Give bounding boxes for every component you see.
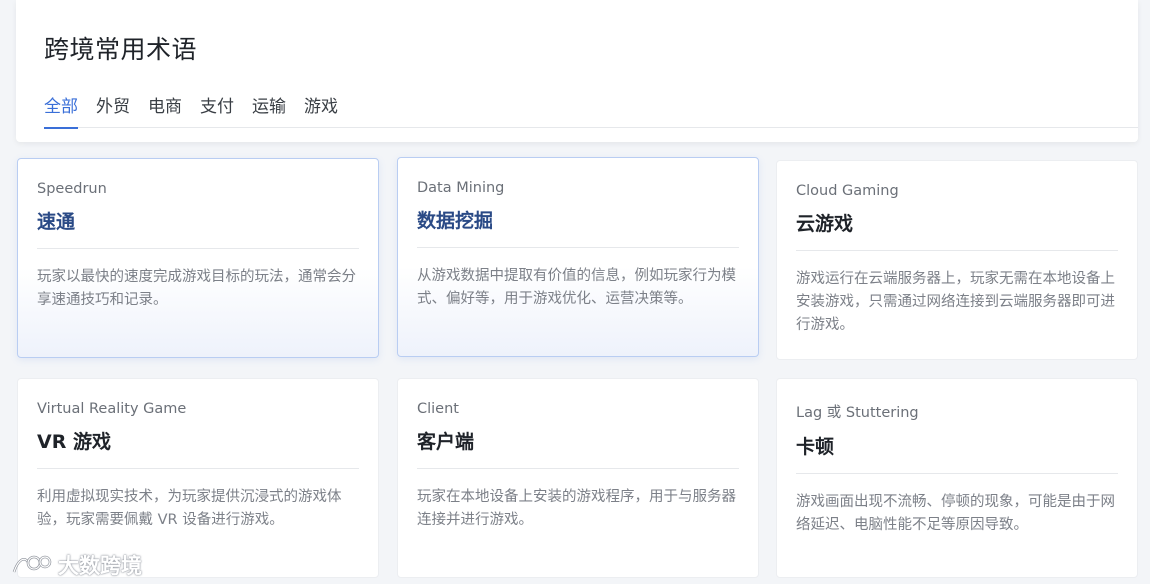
term-description: 利用虚拟现实技术，为玩家提供沉浸式的游戏体验，玩家需要佩戴 VR 设备进行游戏。 <box>37 489 342 528</box>
brand-logo-icon <box>12 555 52 573</box>
watermark: 大数跨境 <box>10 550 142 580</box>
term-english: Data Mining <box>417 180 505 196</box>
tab-gaming[interactable]: 游戏 <box>304 88 338 128</box>
tab-shipping[interactable]: 运输 <box>252 88 286 128</box>
tab-payment[interactable]: 支付 <box>200 88 234 128</box>
tab-foreign-trade[interactable]: 外贸 <box>96 88 130 128</box>
term-card-speedrun[interactable]: Speedrun 速通 玩家以最快的速度完成游戏目标的玩法，通常会分享速通技巧和… <box>17 158 379 358</box>
term-chinese: VR 游戏 <box>37 427 359 469</box>
watermark-text: 大数跨境 <box>58 554 142 578</box>
term-english: Speedrun <box>37 181 107 197</box>
term-card-cloud-gaming[interactable]: Cloud Gaming 云游戏 游戏运行在云端服务器上，玩家无需在本地设备上安… <box>776 160 1138 360</box>
page-title: 跨境常用术语 <box>44 35 198 64</box>
term-chinese: 客户端 <box>417 427 739 469</box>
term-description: 玩家在本地设备上安装的游戏程序，用于与服务器连接并进行游戏。 <box>417 489 736 528</box>
term-chinese: 云游戏 <box>796 209 1118 251</box>
tab-all[interactable]: 全部 <box>44 88 78 129</box>
term-card-vr-game[interactable]: Virtual Reality Game VR 游戏 利用虚拟现实技术，为玩家提… <box>17 378 379 578</box>
term-chinese: 速通 <box>37 207 359 249</box>
term-description: 游戏画面出现不流畅、停顿的现象，可能是由于网络延迟、电脑性能不足等原因导致。 <box>796 494 1115 533</box>
category-tabs: 全部 外贸 电商 支付 运输 游戏 <box>44 88 1138 129</box>
term-english: Lag 或 Stuttering <box>796 405 919 421</box>
term-english: Client <box>417 401 459 417</box>
term-chinese: 数据挖掘 <box>417 206 739 248</box>
term-description: 玩家以最快的速度完成游戏目标的玩法，通常会分享速通技巧和记录。 <box>37 269 356 308</box>
term-card-lag[interactable]: Lag 或 Stuttering 卡顿 游戏画面出现不流畅、停顿的现象，可能是由… <box>776 378 1138 578</box>
tab-ecommerce[interactable]: 电商 <box>148 88 182 128</box>
term-english: Cloud Gaming <box>796 183 899 199</box>
term-card-data-mining[interactable]: Data Mining 数据挖掘 从游戏数据中提取有价值的信息，例如玩家行为模式… <box>397 157 759 357</box>
term-description: 从游戏数据中提取有价值的信息，例如玩家行为模式、偏好等，用于游戏优化、运营决策等… <box>417 268 736 307</box>
term-description: 游戏运行在云端服务器上，玩家无需在本地设备上安装游戏，只需通过网络连接到云端服务… <box>796 271 1115 333</box>
term-english: Virtual Reality Game <box>37 401 187 417</box>
term-card-client[interactable]: Client 客户端 玩家在本地设备上安装的游戏程序，用于与服务器连接并进行游戏… <box>397 378 759 578</box>
header-panel: 跨境常用术语 全部 外贸 电商 支付 运输 游戏 <box>16 0 1138 142</box>
term-chinese: 卡顿 <box>796 432 1118 474</box>
